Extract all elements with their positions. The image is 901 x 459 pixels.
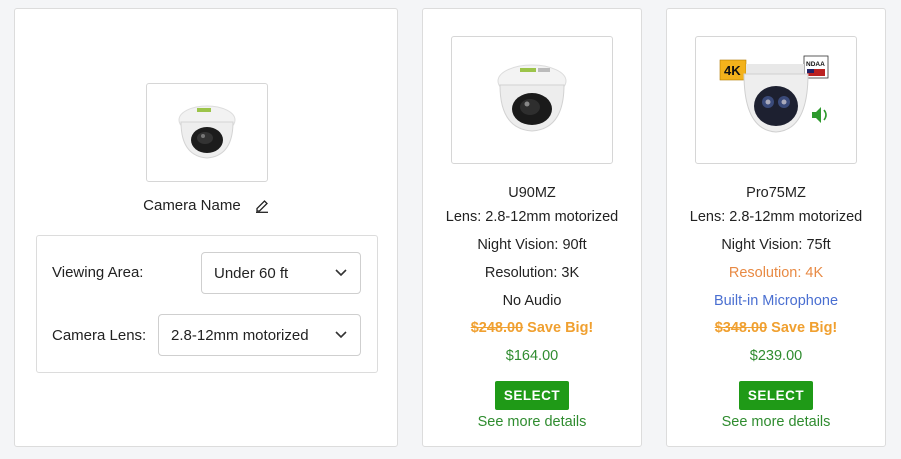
old-price: $348.00 bbox=[714, 320, 768, 336]
chevron-down-icon bbox=[335, 269, 347, 277]
see-more-details-link[interactable]: See more details bbox=[667, 414, 885, 430]
camera-name-label: Camera Name bbox=[143, 197, 241, 214]
product-card-pro75mz: 4K NDAA Pro75MZ Lens: 2.8-12mm motorized… bbox=[666, 8, 886, 447]
edit-pencil-icon[interactable] bbox=[255, 199, 269, 213]
select-button[interactable]: SELECT bbox=[495, 381, 569, 410]
camera-lens-select[interactable]: 2.8-12mm motorized bbox=[158, 314, 361, 356]
camera-name: Camera Name bbox=[15, 197, 397, 214]
product-night-vision: Night Vision: 90ft bbox=[477, 237, 587, 253]
old-price: $248.00 bbox=[470, 320, 524, 336]
badge-4k-text: 4K bbox=[724, 63, 741, 78]
save-label: Save Big! bbox=[527, 320, 594, 336]
camera-thumbnail bbox=[146, 83, 268, 182]
product-resolution: Resolution: 4K bbox=[728, 265, 824, 281]
product-price-original: $348.00 Save Big! bbox=[667, 320, 885, 336]
chevron-down-icon bbox=[335, 331, 347, 339]
product-lens: Lens: 2.8-12mm motorized bbox=[445, 209, 619, 225]
dome-camera-image bbox=[178, 105, 236, 159]
see-more-details-link[interactable]: See more details bbox=[423, 414, 641, 430]
product-audio: No Audio bbox=[502, 293, 562, 309]
dome-camera-image bbox=[497, 64, 567, 132]
product-name: Pro75MZ bbox=[746, 185, 806, 201]
viewing-area-select[interactable]: Under 60 ft bbox=[201, 252, 361, 294]
product-card-u90mz: U90MZ Lens: 2.8-12mm motorized Night Vis… bbox=[422, 8, 642, 447]
product-audio: Built-in Microphone bbox=[713, 293, 839, 309]
save-label: Save Big! bbox=[771, 320, 838, 336]
camera-lens-label: Camera Lens: bbox=[52, 327, 147, 344]
product-resolution: Resolution: 3K bbox=[484, 265, 580, 281]
product-image: 4K NDAA bbox=[695, 36, 857, 164]
viewing-area-value: Under 60 ft bbox=[214, 264, 289, 282]
dome-camera-image: 4K NDAA bbox=[719, 55, 829, 133]
product-lens: Lens: 2.8-12mm motorized bbox=[689, 209, 863, 225]
product-price: $239.00 bbox=[749, 348, 803, 364]
select-button[interactable]: SELECT bbox=[739, 381, 813, 410]
camera-lens-value: 2.8-12mm motorized bbox=[171, 326, 309, 344]
product-price: $164.00 bbox=[505, 348, 559, 364]
camera-settings-box: Viewing Area: Under 60 ft Camera Lens: 2… bbox=[36, 235, 378, 373]
product-image bbox=[451, 36, 613, 164]
product-price-original: $248.00 Save Big! bbox=[423, 320, 641, 336]
viewing-area-label: Viewing Area: bbox=[52, 264, 144, 281]
product-name: U90MZ bbox=[508, 185, 556, 201]
badge-ndaa-text: NDAA bbox=[806, 61, 825, 68]
product-night-vision: Night Vision: 75ft bbox=[721, 237, 831, 253]
camera-config-panel: Camera Name Viewing Area: Under 60 ft Ca… bbox=[14, 8, 398, 447]
